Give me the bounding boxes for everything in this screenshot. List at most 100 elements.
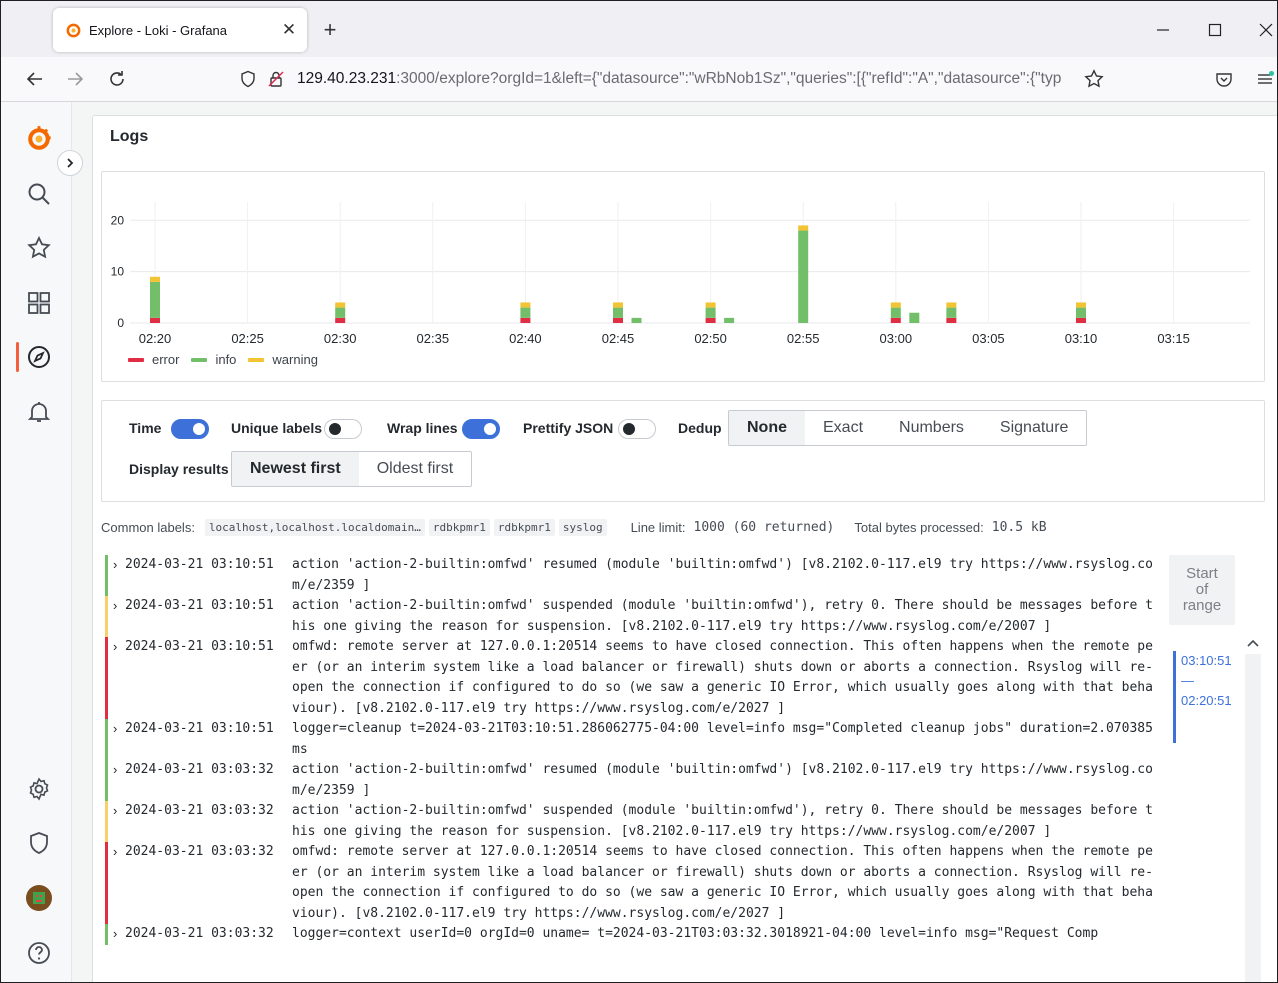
grafana-logo-icon[interactable] [24,124,54,154]
bytes-processed-key: Total bytes processed: [854,519,984,535]
log-timestamp: 2024-03-21 03:03:32 [125,844,274,859]
log-row[interactable]: › 2024-03-21 03:03:32 action 'action-2-bui… [105,801,1160,842]
expand-row-chevron-icon[interactable]: › [113,842,125,924]
newest-first-button[interactable]: Newest first [232,452,359,486]
tab-title: Explore - Loki - Grafana [89,22,228,38]
tracking-shield-icon[interactable] [237,68,259,90]
close-window-icon[interactable] [1251,15,1277,45]
logs-meta-row: Common labels: localhost,localhost.local… [101,516,1265,538]
wrap-lines-label: Wrap lines [387,420,458,436]
back-icon[interactable] [21,65,49,93]
expand-row-chevron-icon[interactable]: › [113,924,125,945]
bar-info [705,307,716,318]
log-row[interactable]: › 2024-03-21 03:03:32 omfwd: remote server… [105,842,1160,924]
time-label: Time [129,420,162,436]
user-avatar-icon[interactable] [24,883,54,913]
legend-label: info [215,352,237,367]
tab-bar: Explore - Loki - Grafana ✕ + [1,1,1277,57]
current-range-block[interactable]: 03:10:51 — 02:20:51 [1173,651,1235,743]
starred-icon[interactable] [24,233,54,263]
oldest-first-button[interactable]: Oldest first [359,452,471,486]
log-row[interactable]: › 2024-03-21 03:10:51 action 'action-2-bui… [105,596,1160,637]
log-row[interactable]: › 2024-03-21 03:03:32 logger=context userI… [105,924,1160,945]
log-message: logger=context userId=0 orgId=0 uname= t… [292,926,1099,941]
dedup-none-button[interactable]: None [729,411,805,445]
close-tab-icon[interactable]: ✕ [277,18,301,42]
unique-labels-label: Unique labels [231,420,323,436]
search-icon[interactable] [24,179,54,209]
address-bar[interactable]: 129.40.23.231:3000/explore?orgId=1&left=… [231,62,1111,96]
help-icon[interactable] [24,938,54,968]
legend-item-error[interactable]: error [128,352,179,367]
scroll-up-chevron-icon[interactable] [1246,636,1260,650]
y-tick-label: 20 [111,213,125,227]
x-tick-label: 02:45 [602,331,635,346]
dedup-numbers-button[interactable]: Numbers [881,411,982,445]
minimize-icon[interactable] [1148,15,1178,45]
display-results-label: Display results [129,461,229,477]
wrap-lines-toggle[interactable] [462,419,500,439]
dedup-signature-button[interactable]: Signature [982,411,1087,445]
log-row[interactable]: › 2024-03-21 03:10:51 action 'action-2-bui… [105,555,1160,596]
range-separator: — [1181,673,1194,688]
x-tick-label: 03:00 [880,331,913,346]
legend-swatch [128,357,144,362]
log-message: omfwd: remote server at 127.0.0.1:20514 … [292,639,1153,716]
dashboards-icon[interactable] [24,288,54,318]
expand-sidebar-button[interactable] [57,150,83,176]
expand-row-chevron-icon[interactable]: › [113,719,125,760]
log-timestamp: 2024-03-21 03:03:32 [125,762,274,777]
dedup-label: Dedup [678,420,722,436]
new-tab-icon[interactable]: + [317,17,343,43]
scrollbar-track[interactable] [1245,654,1261,982]
log-row[interactable]: › 2024-03-21 03:10:51 logger=cleanup t=202… [105,719,1160,760]
expand-row-chevron-icon[interactable]: › [113,555,125,596]
browser-tab[interactable]: Explore - Loki - Grafana ✕ [53,8,307,52]
bookmark-star-icon[interactable] [1083,68,1105,90]
grafana-sidebar [1,102,72,982]
pocket-icon[interactable] [1210,65,1238,93]
bar-error [705,317,716,323]
legend-swatch [191,357,208,362]
configuration-gear-icon[interactable] [24,774,54,804]
forward-icon[interactable] [61,65,89,93]
legend-item-warning[interactable]: warning [248,352,318,367]
log-row[interactable]: › 2024-03-21 03:03:32 action 'action-2-bui… [105,760,1160,801]
prettify-json-label: Prettify JSON [523,420,614,436]
insecure-lock-icon[interactable] [265,68,287,90]
expand-row-chevron-icon[interactable]: › [113,760,125,801]
x-tick-label: 03:15 [1157,331,1190,346]
app-menu-icon[interactable] [1251,65,1277,93]
server-admin-shield-icon[interactable] [24,828,54,858]
explore-compass-icon[interactable] [24,342,54,372]
expand-row-chevron-icon[interactable]: › [113,596,125,637]
log-timestamp: 2024-03-21 03:10:51 [125,639,274,654]
expand-row-chevron-icon[interactable]: › [113,637,125,719]
bar-info [1076,307,1086,318]
unique-labels-toggle[interactable] [324,419,362,439]
log-row[interactable]: › 2024-03-21 03:10:51 omfwd: remote server… [105,637,1160,719]
expand-row-chevron-icon[interactable]: › [113,801,125,842]
explore-main: Logs 0 10 20 02:20 02:25 02:30 02:35 02:40 02:45… [72,102,1277,982]
log-timestamp: 2024-03-21 03:10:51 [125,721,274,736]
legend-item-info[interactable]: info [191,352,236,367]
time-toggle[interactable] [171,419,209,439]
url-host: 129.40.23.231 [297,70,397,87]
reload-icon[interactable] [103,65,131,93]
maximize-icon[interactable] [1200,15,1230,45]
bar-info [890,307,901,318]
dedup-exact-button[interactable]: Exact [805,411,881,445]
bar-warning [946,302,957,308]
line-limit-value: 1000 (60 returned) [693,519,835,535]
dedup-button-group: None Exact Numbers Signature [728,410,1088,446]
x-tick-label: 02:35 [417,331,450,346]
log-message: logger=cleanup t=2024-03-21T03:10:51.286… [292,721,1153,757]
url-text[interactable]: 129.40.23.231:3000/explore?orgId=1&left=… [297,70,1077,88]
alerting-bell-icon[interactable] [24,397,54,427]
log-options: Time Unique labels Wrap lines Prettify J… [101,400,1265,502]
prettify-json-toggle[interactable] [618,419,656,439]
log-rows: › 2024-03-21 03:10:51 action 'action-2-bui… [105,555,1160,945]
bar-info [798,230,809,323]
start-of-range-button[interactable]: Start of range [1169,555,1235,625]
log-message: omfwd: remote server at 127.0.0.1:20514 … [292,844,1153,921]
